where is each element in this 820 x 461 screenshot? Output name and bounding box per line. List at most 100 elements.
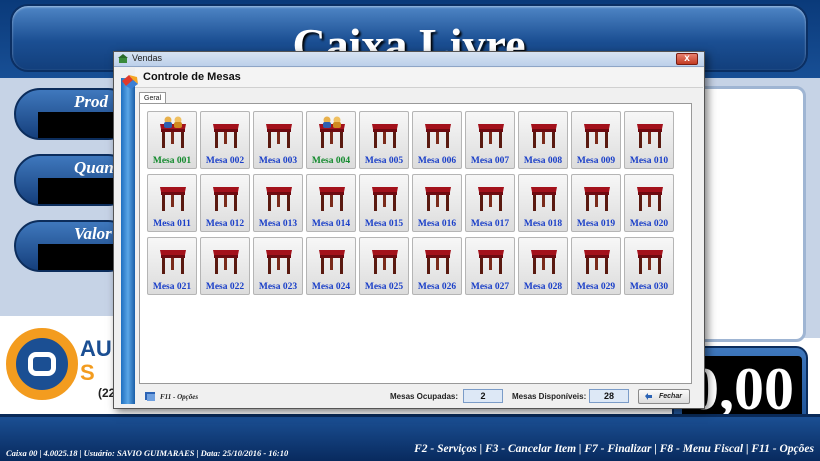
table-icon — [478, 187, 504, 211]
table-tile[interactable]: Mesa 012 — [200, 174, 250, 232]
table-control-dialog: Vendas x Controle de Mesas Geral Mesa 00… — [113, 51, 705, 409]
product-label: Prod — [74, 92, 108, 111]
table-tile[interactable]: Mesa 019 — [571, 174, 621, 232]
value-label: Valor — [74, 224, 112, 243]
table-name: Mesa 023 — [258, 282, 298, 292]
table-tile[interactable]: Mesa 029 — [571, 237, 621, 295]
table-name: Mesa 021 — [152, 282, 192, 292]
item-list-panel — [690, 86, 806, 342]
table-name: Mesa 007 — [470, 156, 510, 166]
occupied-count: 2 — [463, 389, 503, 403]
table-icon — [319, 187, 345, 211]
decorative-stripe — [121, 78, 135, 404]
shortcut-hints: F2 - Serviços | F3 - Cancelar Item | F7 … — [414, 443, 814, 455]
window-titlebar[interactable]: Vendas x — [114, 52, 704, 67]
table-name: Mesa 020 — [629, 219, 669, 229]
table-name: Mesa 013 — [258, 219, 298, 229]
table-icon — [478, 124, 504, 148]
gear-cubes-icon — [122, 75, 138, 89]
table-tile[interactable]: Mesa 023 — [253, 237, 303, 295]
table-name: Mesa 003 — [258, 156, 298, 166]
options-link[interactable]: F11 - Opções — [160, 393, 198, 401]
table-icon — [213, 124, 239, 148]
table-tile[interactable]: Mesa 020 — [624, 174, 674, 232]
table-name: Mesa 019 — [576, 219, 616, 229]
occupied-table-icon — [319, 116, 345, 148]
table-tile[interactable]: Mesa 021 — [147, 237, 197, 295]
table-tile[interactable]: Mesa 009 — [571, 111, 621, 169]
table-tile[interactable]: Mesa 011 — [147, 174, 197, 232]
table-icon — [425, 250, 451, 274]
logo-text-bottom: S — [80, 360, 95, 385]
table-tile[interactable]: Mesa 025 — [359, 237, 409, 295]
table-icon — [531, 124, 557, 148]
table-icon — [319, 250, 345, 274]
table-tile[interactable]: Mesa 030 — [624, 237, 674, 295]
logo-text-top: AU — [80, 336, 112, 361]
table-icon — [531, 187, 557, 211]
status-info: Caixa 00 | 4.0025.18 | Usuário: SAVIO GU… — [6, 448, 289, 458]
table-icon — [160, 250, 186, 274]
table-icon — [478, 250, 504, 274]
table-icon — [372, 124, 398, 148]
table-name: Mesa 001 — [152, 156, 192, 166]
back-arrow-icon — [645, 393, 652, 400]
table-tile[interactable]: Mesa 018 — [518, 174, 568, 232]
table-tile[interactable]: Mesa 001 — [147, 111, 197, 169]
table-name: Mesa 012 — [205, 219, 245, 229]
table-name: Mesa 008 — [523, 156, 563, 166]
table-name: Mesa 006 — [417, 156, 457, 166]
table-tile[interactable]: Mesa 024 — [306, 237, 356, 295]
table-icon — [584, 250, 610, 274]
table-tile[interactable]: Mesa 010 — [624, 111, 674, 169]
status-bar: Caixa 00 | 4.0025.18 | Usuário: SAVIO GU… — [0, 414, 820, 461]
table-icon — [425, 124, 451, 148]
table-icon — [425, 187, 451, 211]
table-name: Mesa 018 — [523, 219, 563, 229]
table-icon — [266, 124, 292, 148]
table-icon — [266, 250, 292, 274]
available-label: Mesas Disponíveis: — [512, 392, 587, 401]
table-icon — [372, 250, 398, 274]
available-count: 28 — [589, 389, 629, 403]
fechar-button[interactable]: Fechar — [638, 389, 690, 404]
dialog-heading: Controle de Mesas — [143, 71, 241, 83]
table-icon — [266, 187, 292, 211]
table-name: Mesa 025 — [364, 282, 404, 292]
logo-icon — [6, 328, 78, 400]
table-name: Mesa 026 — [417, 282, 457, 292]
table-tile[interactable]: Mesa 003 — [253, 111, 303, 169]
table-name: Mesa 004 — [311, 156, 351, 166]
table-tile[interactable]: Mesa 015 — [359, 174, 409, 232]
app-icon — [118, 54, 128, 63]
table-name: Mesa 016 — [417, 219, 457, 229]
dialog-header: Controle de Mesas — [135, 68, 703, 88]
table-tile[interactable]: Mesa 004 — [306, 111, 356, 169]
table-tile[interactable]: Mesa 026 — [412, 237, 462, 295]
table-tile[interactable]: Mesa 016 — [412, 174, 462, 232]
options-icon[interactable] — [145, 391, 157, 402]
table-name: Mesa 017 — [470, 219, 510, 229]
logo: AU S (22 — [0, 316, 120, 416]
table-name: Mesa 028 — [523, 282, 563, 292]
table-tile[interactable]: Mesa 017 — [465, 174, 515, 232]
dialog-footer: F11 - Opções Mesas Ocupadas: 2 Mesas Dis… — [135, 386, 703, 408]
table-tile[interactable]: Mesa 022 — [200, 237, 250, 295]
table-tile[interactable]: Mesa 008 — [518, 111, 568, 169]
quantity-label: Quan — [74, 158, 114, 177]
table-tile[interactable]: Mesa 027 — [465, 237, 515, 295]
table-tile[interactable]: Mesa 013 — [253, 174, 303, 232]
table-tile[interactable]: Mesa 007 — [465, 111, 515, 169]
table-tile[interactable]: Mesa 005 — [359, 111, 409, 169]
table-tile[interactable]: Mesa 006 — [412, 111, 462, 169]
table-icon — [213, 250, 239, 274]
table-tile[interactable]: Mesa 014 — [306, 174, 356, 232]
occupied-label: Mesas Ocupadas: — [390, 392, 459, 401]
table-icon — [637, 187, 663, 211]
table-name: Mesa 027 — [470, 282, 510, 292]
table-tile[interactable]: Mesa 002 — [200, 111, 250, 169]
table-name: Mesa 002 — [205, 156, 245, 166]
window-close-button[interactable]: x — [676, 53, 698, 65]
tables-grid: Mesa 001 Mesa 002 Mesa 003 Mesa 004 Mesa 005… — [147, 111, 687, 295]
table-tile[interactable]: Mesa 028 — [518, 237, 568, 295]
